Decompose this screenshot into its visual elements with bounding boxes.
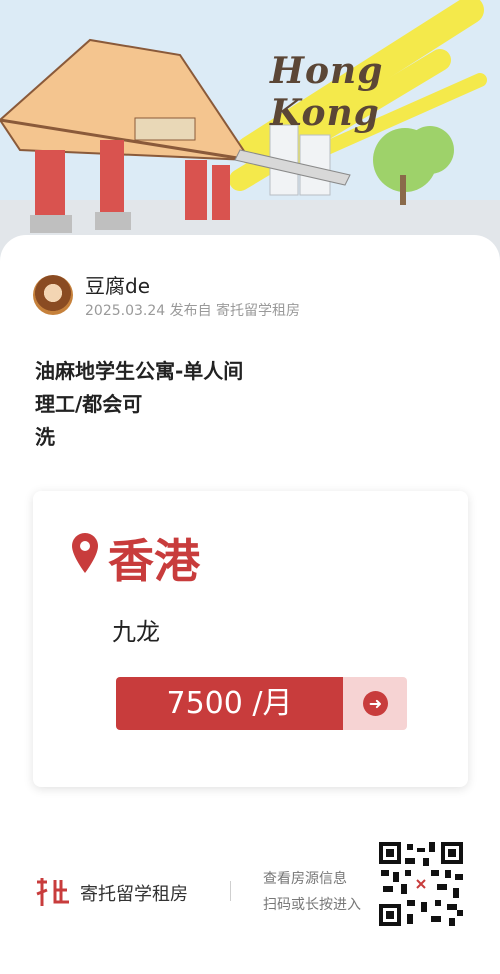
listing-card [33,491,468,787]
district-label: 九龙 [112,618,160,646]
price-arrow-area[interactable]: ➜ [343,677,407,730]
post-title-line-1: 油麻地学生公寓-单人间 [35,359,244,383]
post-title-line-3: 洗 [35,425,55,449]
hero-illustration: Hong Kong [0,0,500,270]
hero-title: Hong Kong [270,50,384,134]
qr-hint-line-2: 扫码或长按进入 [263,897,361,913]
avatar[interactable] [33,275,73,315]
post-meta: 2025.03.24 发布自 寄托留学租房 [85,303,301,319]
post-title: 油麻地学生公寓-单人间 理工/都会可 洗 [35,355,325,454]
brand-logo-icon [36,878,69,906]
city-label: 香港 [108,534,200,588]
qr-hint-line-1: 查看房源信息 [263,871,347,887]
user-name[interactable]: 豆腐de [85,270,150,299]
arrow-right-icon: ➜ [363,691,388,716]
hero-drawing [0,0,500,270]
post-title-line-2: 理工/都会可 [35,392,143,416]
location-pin-icon [72,533,98,573]
price-button[interactable]: 7500 /月 ➜ [116,677,407,730]
footer-brand: 寄托留学租房 [80,884,188,905]
qr-code[interactable] [377,840,465,928]
footer-divider [230,881,231,901]
price-label: 7500 /月 [116,677,343,730]
